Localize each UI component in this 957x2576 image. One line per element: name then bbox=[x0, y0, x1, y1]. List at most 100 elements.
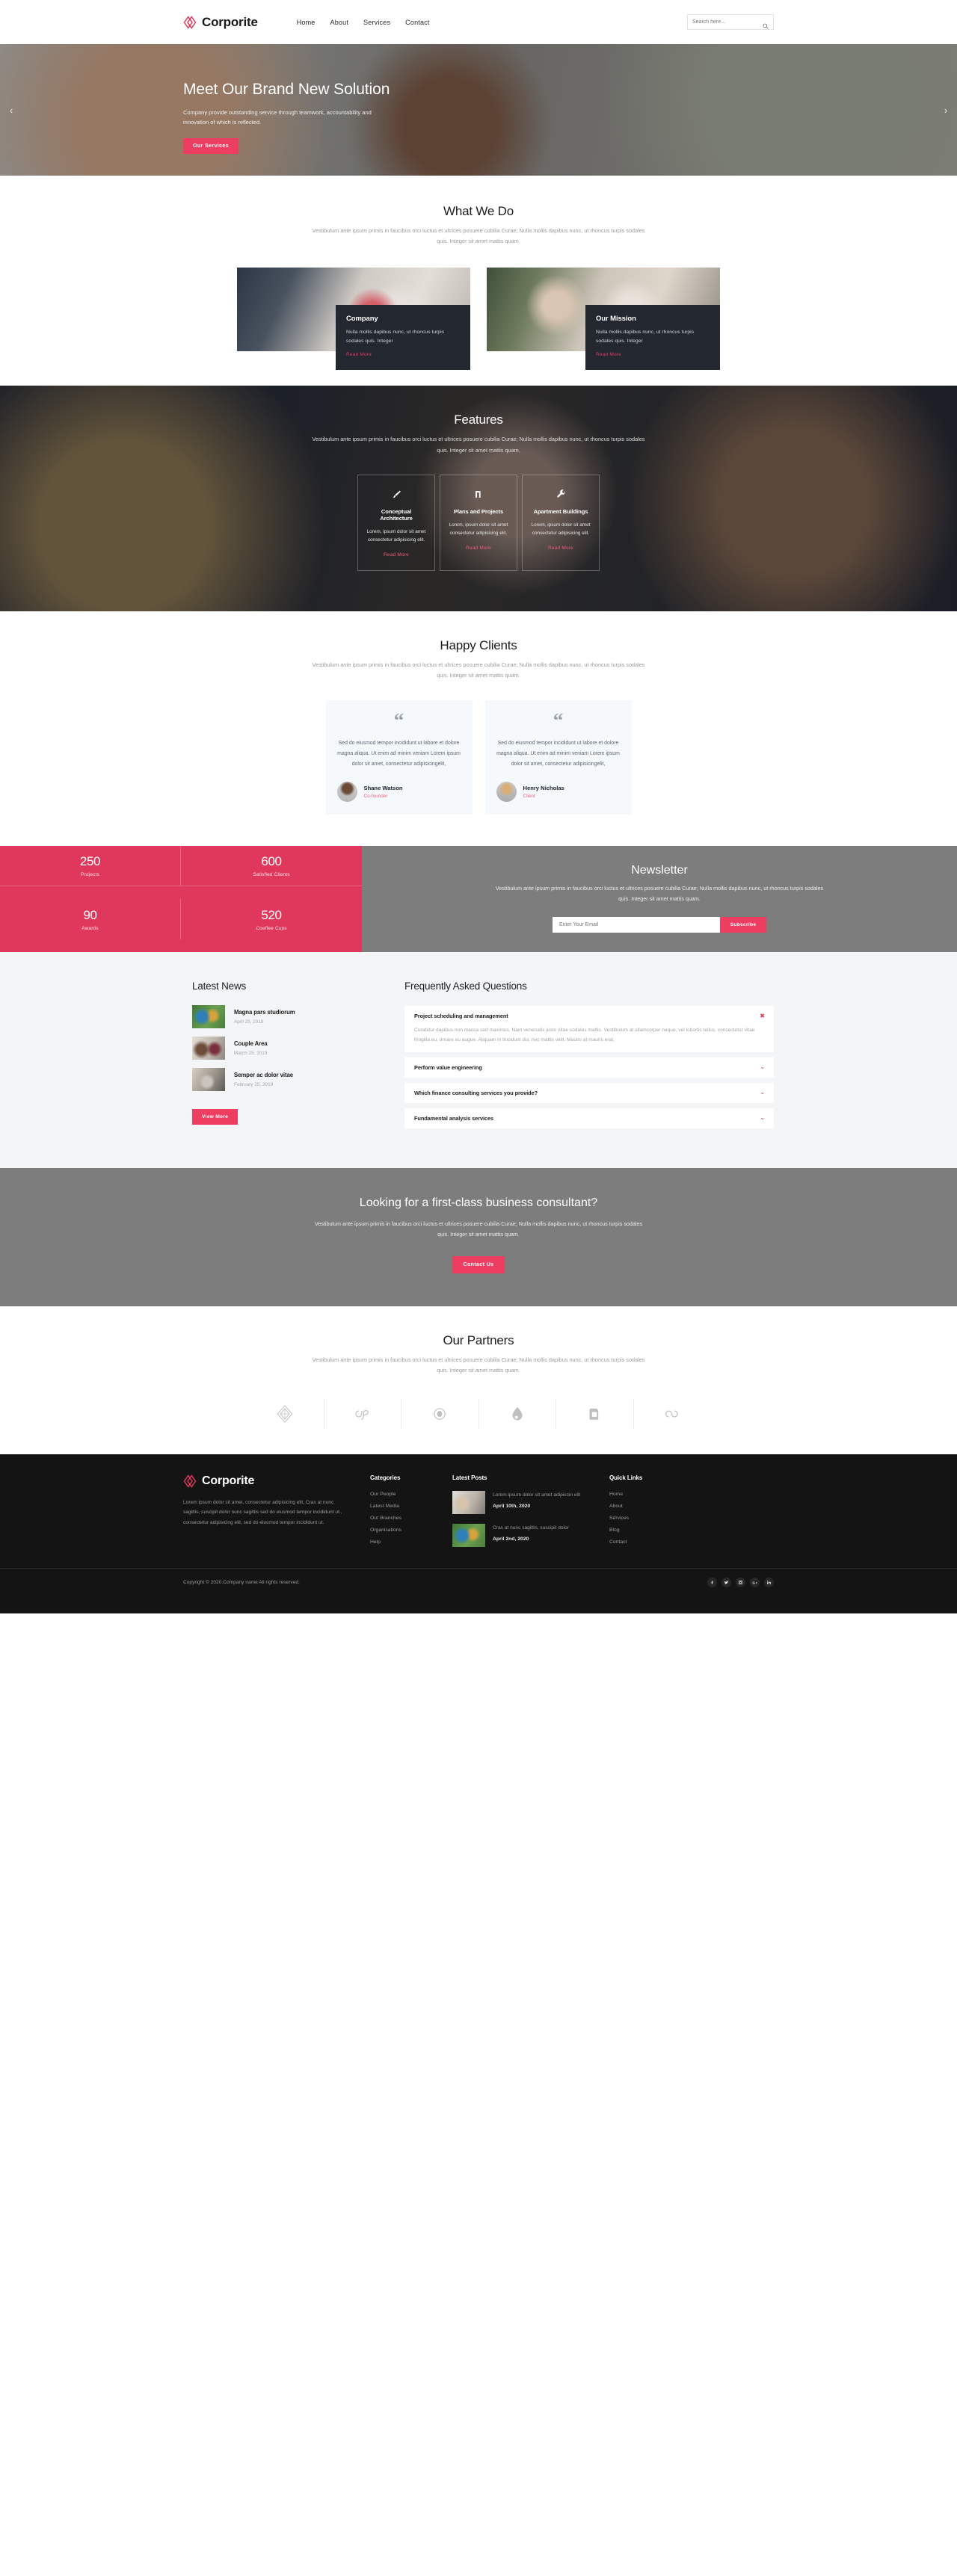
hero-next-arrow[interactable]: › bbox=[938, 102, 954, 118]
news-date: February 25, 2019 bbox=[234, 1082, 274, 1088]
nav-item-services[interactable]: Services bbox=[363, 19, 390, 26]
facebook-icon[interactable] bbox=[707, 1578, 717, 1588]
what-we-do-heading: What We Do Vestibulum ante ipsum primis … bbox=[0, 204, 957, 247]
search-input[interactable] bbox=[692, 19, 763, 25]
drupal-partner-icon[interactable] bbox=[479, 1398, 556, 1429]
nav-item-contact[interactable]: Contact bbox=[405, 19, 429, 26]
faq-item[interactable]: Project scheduling and management ✖ Cura… bbox=[404, 1006, 774, 1052]
stat-value: 600 bbox=[261, 854, 282, 869]
google-plus-icon[interactable]: G bbox=[750, 1578, 760, 1588]
newsletter-subtitle: Vestibulum ante ipsum primis in faucibus… bbox=[495, 885, 824, 903]
cta-subtitle: Vestibulum ante ipsum primis in faucibus… bbox=[314, 1220, 643, 1238]
chevron-down-icon[interactable]: ⌄ bbox=[760, 1115, 765, 1121]
feature-card[interactable]: Plans and Projects Lorem, ipsum dolor si… bbox=[440, 474, 517, 571]
hero-prev-arrow[interactable]: ‹ bbox=[3, 102, 19, 118]
contact-us-button[interactable]: Contact Us bbox=[452, 1256, 505, 1274]
faq-list: Project scheduling and management ✖ Cura… bbox=[404, 1006, 774, 1128]
subscribe-button[interactable]: Subscribe bbox=[720, 917, 766, 933]
hero-subtitle: Company provide outstanding service thro… bbox=[183, 109, 372, 126]
feature-card[interactable]: Conceptual Architecture Lorem, ipsum dol… bbox=[357, 474, 435, 571]
footer-col-title: Categories bbox=[370, 1474, 401, 1481]
chevron-down-icon[interactable]: ⌄ bbox=[760, 1090, 765, 1096]
footer-post-item[interactable]: Lorem ipsum dolor sit amet adipiscin eli… bbox=[452, 1490, 609, 1514]
brand-logo[interactable]: Corporite bbox=[183, 15, 258, 30]
testimonial-role: Client bbox=[523, 794, 535, 800]
footer-categories: Categories Our People Latest Media Our B… bbox=[370, 1474, 452, 1551]
footer-post-date: April 2nd, 2020 bbox=[493, 1536, 529, 1542]
search-icon[interactable] bbox=[763, 19, 769, 29]
nav-item-home[interactable]: Home bbox=[297, 19, 316, 26]
news-date: April 25, 2019 bbox=[234, 1019, 264, 1025]
partners-heading: Our Partners Vestibulum ante ipsum primi… bbox=[0, 1333, 957, 1376]
faq-block: Frequently Asked Questions Project sched… bbox=[404, 980, 774, 1134]
faq-question: Which finance consulting services you pr… bbox=[414, 1089, 538, 1096]
newsletter-email-input[interactable] bbox=[553, 917, 720, 933]
stat-value: 520 bbox=[261, 907, 282, 922]
diamond-partner-icon[interactable] bbox=[247, 1398, 324, 1429]
cc-partner-icon[interactable] bbox=[401, 1398, 479, 1429]
news-title: Semper ac dolor vitae bbox=[234, 1072, 293, 1079]
diamond-logo-icon bbox=[183, 15, 197, 29]
footer-link-home[interactable]: Home bbox=[609, 1492, 692, 1497]
footer-brand-name: Corporite bbox=[202, 1474, 255, 1487]
latest-news-title: Latest News bbox=[192, 980, 247, 992]
twitter-icon[interactable] bbox=[721, 1578, 731, 1588]
news-item[interactable]: Couple Area March 25, 2019 bbox=[192, 1037, 385, 1060]
instagram-icon[interactable] bbox=[736, 1578, 745, 1588]
partners-section: Our Partners Vestibulum ante ipsum primi… bbox=[0, 1306, 957, 1454]
view-more-button[interactable]: View More bbox=[192, 1109, 239, 1125]
news-item[interactable]: Magna pars studiorum April 25, 2019 bbox=[192, 1005, 385, 1029]
close-icon[interactable]: ✖ bbox=[760, 1013, 765, 1019]
section-title: Features bbox=[454, 413, 503, 427]
diamond-logo-icon bbox=[183, 1474, 197, 1488]
chevron-down-icon[interactable]: ⌄ bbox=[760, 1064, 765, 1070]
section-title: Our Partners bbox=[443, 1333, 514, 1348]
linkedin-icon[interactable] bbox=[764, 1578, 774, 1588]
hero-cta-button[interactable]: Our Services bbox=[183, 138, 239, 155]
happy-clients-section: Happy Clients Vestibulum ante ipsum prim… bbox=[0, 611, 957, 847]
read-more-link[interactable]: Read More bbox=[346, 352, 372, 357]
footer-post-date: April 10th, 2020 bbox=[493, 1504, 531, 1510]
footer-post-text: Cras at nunc sagittis, suscipit dolor bbox=[493, 1525, 569, 1531]
feature-card[interactable]: Apartment Buildings Lorem, ipsum dolor s… bbox=[522, 474, 600, 571]
footer-post-item[interactable]: Cras at nunc sagittis, suscipit dolor Ap… bbox=[452, 1523, 609, 1547]
read-more-link[interactable]: Read More bbox=[596, 352, 621, 357]
faq-item[interactable]: Fundamental analysis services ⌄ bbox=[404, 1108, 774, 1128]
feature-text: Lorem, ipsum dolor sit amet consectetur … bbox=[531, 522, 591, 537]
footer-col-title: Latest Posts bbox=[452, 1474, 487, 1481]
testimonial-name: Henry Nicholas bbox=[523, 785, 564, 792]
infinity-partner-icon[interactable] bbox=[634, 1399, 711, 1429]
footer-link-latest-media[interactable]: Latest Media bbox=[370, 1504, 452, 1509]
footer-link-organisations[interactable]: Organisations bbox=[370, 1528, 452, 1533]
read-more-link[interactable]: Read More bbox=[384, 552, 409, 557]
footer-link-blog[interactable]: Blog bbox=[609, 1528, 692, 1533]
stat-item: 520 Coeffee Cups bbox=[181, 899, 362, 939]
faq-item[interactable]: Perform value engineering ⌄ bbox=[404, 1057, 774, 1078]
footer-link-our-branches[interactable]: Our Branches bbox=[370, 1516, 452, 1521]
nokia-partner-icon[interactable] bbox=[556, 1398, 634, 1429]
testimonial-name: Shane Watson bbox=[363, 785, 403, 792]
avatar bbox=[336, 782, 357, 803]
footer-brand[interactable]: Corporite bbox=[183, 1474, 351, 1488]
site-footer: Corporite Lorem ipsum dolor sit amet, co… bbox=[0, 1454, 957, 1597]
news-faq-section: Latest News Magna pars studiorum April 2… bbox=[0, 952, 957, 1168]
section-subtitle: Vestibulum ante ipsum primis in faucibus… bbox=[312, 436, 645, 454]
chevron-left-icon: ‹ bbox=[9, 104, 13, 116]
footer-link-services[interactable]: Services bbox=[609, 1516, 692, 1521]
footer-link-help[interactable]: Help bbox=[370, 1539, 452, 1545]
search-box[interactable] bbox=[687, 14, 774, 30]
faq-title: Frequently Asked Questions bbox=[404, 980, 527, 992]
footer-link-contact[interactable]: Contact bbox=[609, 1539, 692, 1545]
site-header: Corporite Home About Services Contact bbox=[0, 0, 957, 44]
read-more-link[interactable]: Read More bbox=[548, 546, 573, 551]
news-item[interactable]: Semper ac dolor vitae February 25, 2019 bbox=[192, 1068, 385, 1092]
news-thumbnail bbox=[192, 1037, 225, 1060]
lastfm-partner-icon[interactable] bbox=[324, 1398, 401, 1429]
faq-item[interactable]: Which finance consulting services you pr… bbox=[404, 1082, 774, 1103]
footer-link-our-people[interactable]: Our People bbox=[370, 1492, 452, 1497]
card-text: Nulla mollis dapibus nunc, ut rhoncus tu… bbox=[596, 329, 695, 344]
what-we-do-cards: Company Nulla mollis dapibus nunc, ut rh… bbox=[0, 268, 957, 371]
read-more-link[interactable]: Read More bbox=[466, 546, 491, 551]
footer-link-about[interactable]: About bbox=[609, 1504, 692, 1509]
nav-item-about[interactable]: About bbox=[330, 19, 349, 26]
